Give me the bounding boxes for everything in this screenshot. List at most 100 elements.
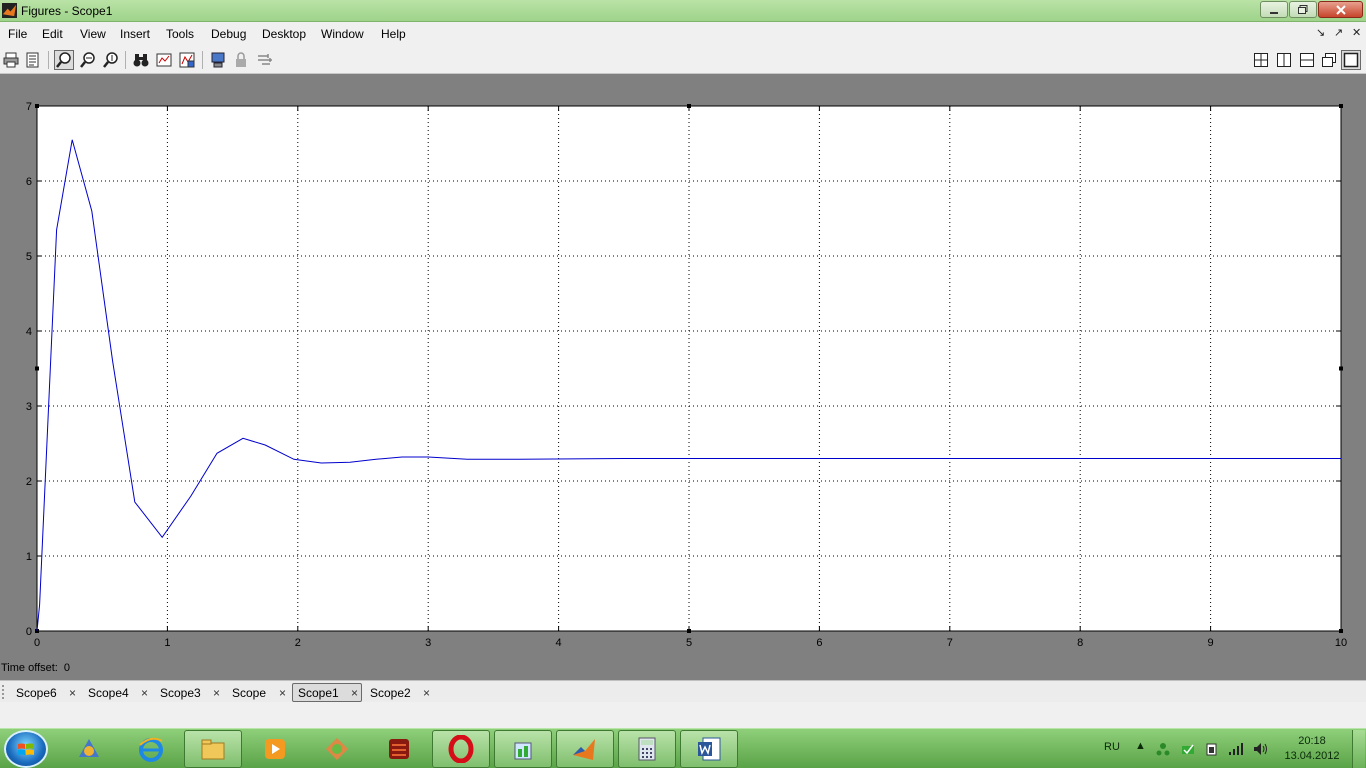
top-bottom-icon [1300, 53, 1314, 67]
taskbar-app-1[interactable] [60, 730, 118, 768]
floating-scope-button[interactable] [208, 50, 228, 70]
show-hidden-icons-icon[interactable]: ▲ [1135, 740, 1146, 752]
selection-handle [35, 104, 39, 108]
menu-edit[interactable]: Edit [42, 27, 63, 41]
tab-scope[interactable]: Scope × [226, 683, 290, 702]
taskbar-matlab[interactable] [556, 730, 614, 768]
app-icon [326, 738, 348, 760]
dock-button[interactable]: ↗ [1334, 26, 1343, 39]
float-icon [1322, 53, 1336, 67]
selection-handle [1339, 104, 1343, 108]
y-tick-label: 3 [26, 401, 32, 413]
tab-label: Scope3 [160, 686, 201, 700]
x-tick-label: 9 [1208, 637, 1214, 649]
print-icon [3, 52, 19, 68]
close-icon[interactable]: × [351, 686, 358, 700]
clock[interactable]: 20:18 13.04.2012 [1280, 734, 1344, 764]
taskbar-word[interactable] [680, 730, 738, 768]
opera-icon [448, 735, 474, 763]
status-bar [0, 702, 1366, 728]
close-figure-button[interactable]: ✕ [1352, 26, 1361, 39]
folder-icon [201, 739, 225, 760]
float-layout-button[interactable] [1319, 50, 1339, 70]
close-button[interactable] [1318, 1, 1363, 18]
time-offset: Time offset: 0 [1, 662, 70, 674]
print-preview-button[interactable] [23, 50, 43, 70]
title-bar[interactable]: Figures - Scope1 [0, 0, 1366, 22]
show-desktop-button[interactable] [1352, 730, 1365, 768]
minimize-button[interactable] [1260, 1, 1288, 18]
taskbar-internet-explorer[interactable] [122, 730, 180, 768]
signal-strength-icon[interactable] [1228, 742, 1244, 756]
lock-axes-button[interactable] [231, 50, 251, 70]
volume-icon[interactable] [1253, 742, 1269, 756]
tile-icon [1254, 53, 1268, 67]
maximize-layout-button[interactable] [1341, 50, 1361, 70]
y-tick-label: 1 [26, 551, 32, 563]
tab-scope2[interactable]: Scope2 × [364, 683, 434, 702]
y-tick-label: 7 [26, 101, 32, 113]
tab-scope4[interactable]: Scope4 × [82, 683, 152, 702]
taskbar-app-6[interactable] [370, 730, 428, 768]
zoom-x-button[interactable] [78, 50, 98, 70]
zoom-y-icon [103, 52, 118, 68]
menu-insert[interactable]: Insert [120, 27, 150, 41]
scope-parameters-button[interactable] [154, 50, 174, 70]
undock-button[interactable]: ↘ [1316, 26, 1325, 39]
taskbar-media-player[interactable] [246, 730, 304, 768]
zoom-y-button[interactable] [101, 50, 121, 70]
scope-plot[interactable]: 0 1 2 3 4 5 6 7 8 9 10 0 1 2 3 4 5 6 7 [0, 75, 1366, 660]
restore-button[interactable] [1289, 1, 1317, 18]
menu-help[interactable]: Help [381, 27, 406, 41]
print-button[interactable] [1, 50, 21, 70]
tab-label: Scope1 [298, 686, 339, 700]
clock-date: 13.04.2012 [1284, 750, 1340, 762]
tab-scope6[interactable]: Scope6 × [10, 683, 80, 702]
selection-handle [687, 629, 691, 633]
taskbar-app-5[interactable] [308, 730, 366, 768]
network-share-icon[interactable] [1156, 742, 1170, 756]
taskbar: RU ▲ 20:18 13.04.2012 [0, 728, 1366, 768]
close-icon[interactable]: × [423, 686, 430, 700]
figure-tabs: Scope6 × Scope4 × Scope3 × Scope × Scope1 × S… [0, 680, 1366, 702]
save-axes-button[interactable] [177, 50, 197, 70]
start-button[interactable] [4, 730, 48, 768]
autoscale-button[interactable] [131, 50, 151, 70]
binoculars-icon [133, 54, 149, 67]
floating-scope-icon [211, 52, 225, 68]
menu-window[interactable]: Window [321, 27, 364, 41]
menu-debug[interactable]: Debug [211, 27, 246, 41]
zoom-x-icon [80, 52, 95, 68]
signal-selector-button[interactable] [255, 50, 275, 70]
tile-layout-button[interactable] [1251, 50, 1271, 70]
menu-tools[interactable]: Tools [166, 27, 194, 41]
taskbar-app-8[interactable] [494, 730, 552, 768]
y-tick-label: 5 [26, 251, 32, 263]
close-icon[interactable]: × [69, 686, 76, 700]
language-indicator[interactable]: RU [1104, 741, 1120, 753]
tab-label: Scope2 [370, 686, 411, 700]
close-icon[interactable]: × [279, 686, 286, 700]
matlab-icon [573, 739, 595, 760]
taskbar-explorer[interactable] [184, 730, 242, 768]
tab-scope3[interactable]: Scope3 × [154, 683, 224, 702]
x-tick-label: 5 [686, 637, 692, 649]
tab-scope1[interactable]: Scope1 × [292, 683, 362, 702]
menu-view[interactable]: View [80, 27, 106, 41]
close-icon[interactable]: × [141, 686, 148, 700]
taskbar-opera[interactable] [432, 730, 490, 768]
safely-remove-icon[interactable] [1181, 742, 1195, 756]
save-axes-icon [179, 52, 195, 68]
menu-file[interactable]: File [8, 27, 27, 41]
menu-desktop[interactable]: Desktop [262, 27, 306, 41]
battery-icon[interactable] [1205, 742, 1219, 756]
left-right-layout-button[interactable] [1274, 50, 1294, 70]
minimize-icon [1270, 11, 1278, 14]
zoom-in-button[interactable] [54, 50, 74, 70]
tab-label: Scope4 [88, 686, 129, 700]
top-bottom-layout-button[interactable] [1297, 50, 1317, 70]
taskbar-calculator[interactable] [618, 730, 676, 768]
selection-handle [1339, 629, 1343, 633]
figure-area: 0 1 2 3 4 5 6 7 8 9 10 0 1 2 3 4 5 6 7 Time offset: 0 [0, 75, 1366, 680]
close-icon[interactable]: × [213, 686, 220, 700]
